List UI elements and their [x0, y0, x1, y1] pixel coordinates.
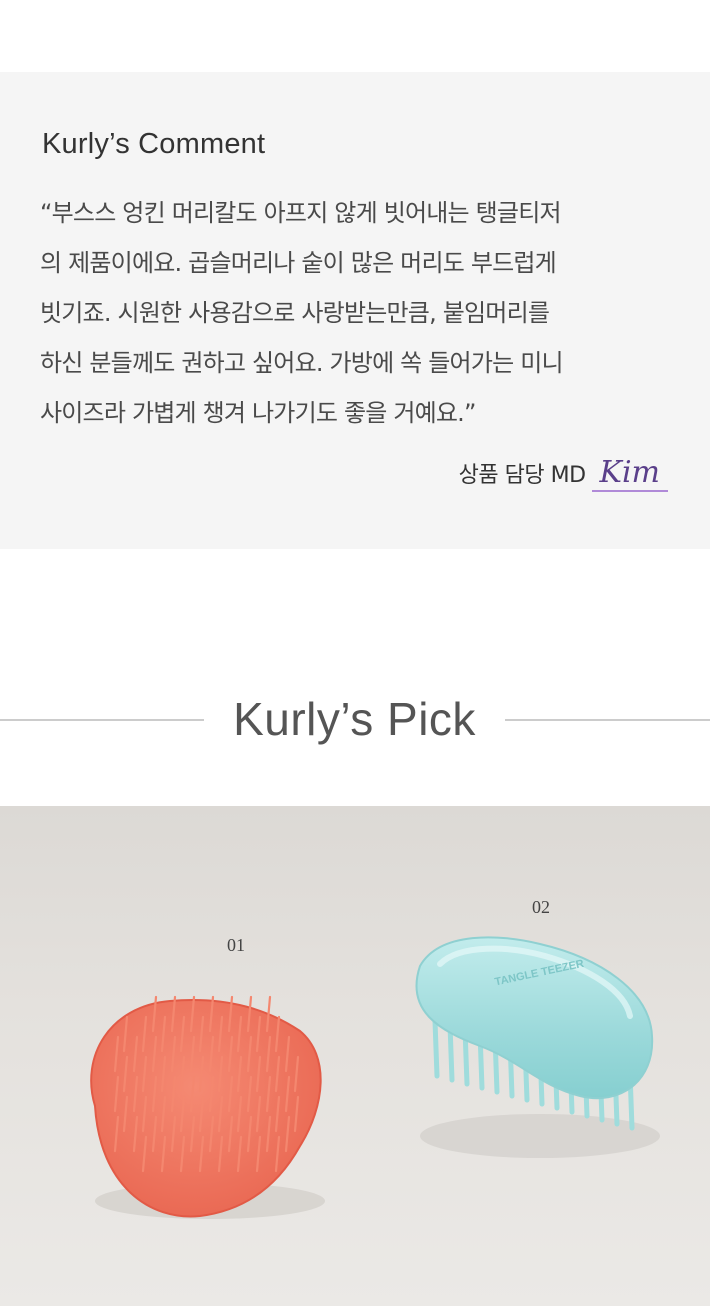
product-photo: TANGLE TEEZER 01 02 — [0, 806, 710, 1306]
md-signature: Kim — [591, 456, 668, 492]
product-label-02: 02 — [532, 897, 550, 917]
md-label: 상품 담당 MD — [458, 463, 586, 488]
mint-brush: TANGLE TEEZER — [415, 936, 660, 1158]
kurlys-pick-heading: Kurly’s Pick — [0, 690, 710, 750]
heading-divider-right — [505, 719, 710, 721]
md-signature-row: 상품 담당 MD Kim — [459, 452, 668, 492]
comment-body: “부스스 엉킨 머리칼도 아프지 않게 빗어내는 탱글티저 의 제품이에요. 곱… — [40, 199, 564, 427]
heading-divider-left — [0, 719, 204, 721]
brushes-illustration: TANGLE TEEZER 01 02 — [90, 897, 660, 1219]
product-label-01: 01 — [227, 935, 245, 955]
comment-title: Kurly’s Comment — [42, 128, 266, 160]
pick-title: Kurly’s Pick — [233, 693, 476, 745]
coral-brush — [90, 995, 325, 1219]
